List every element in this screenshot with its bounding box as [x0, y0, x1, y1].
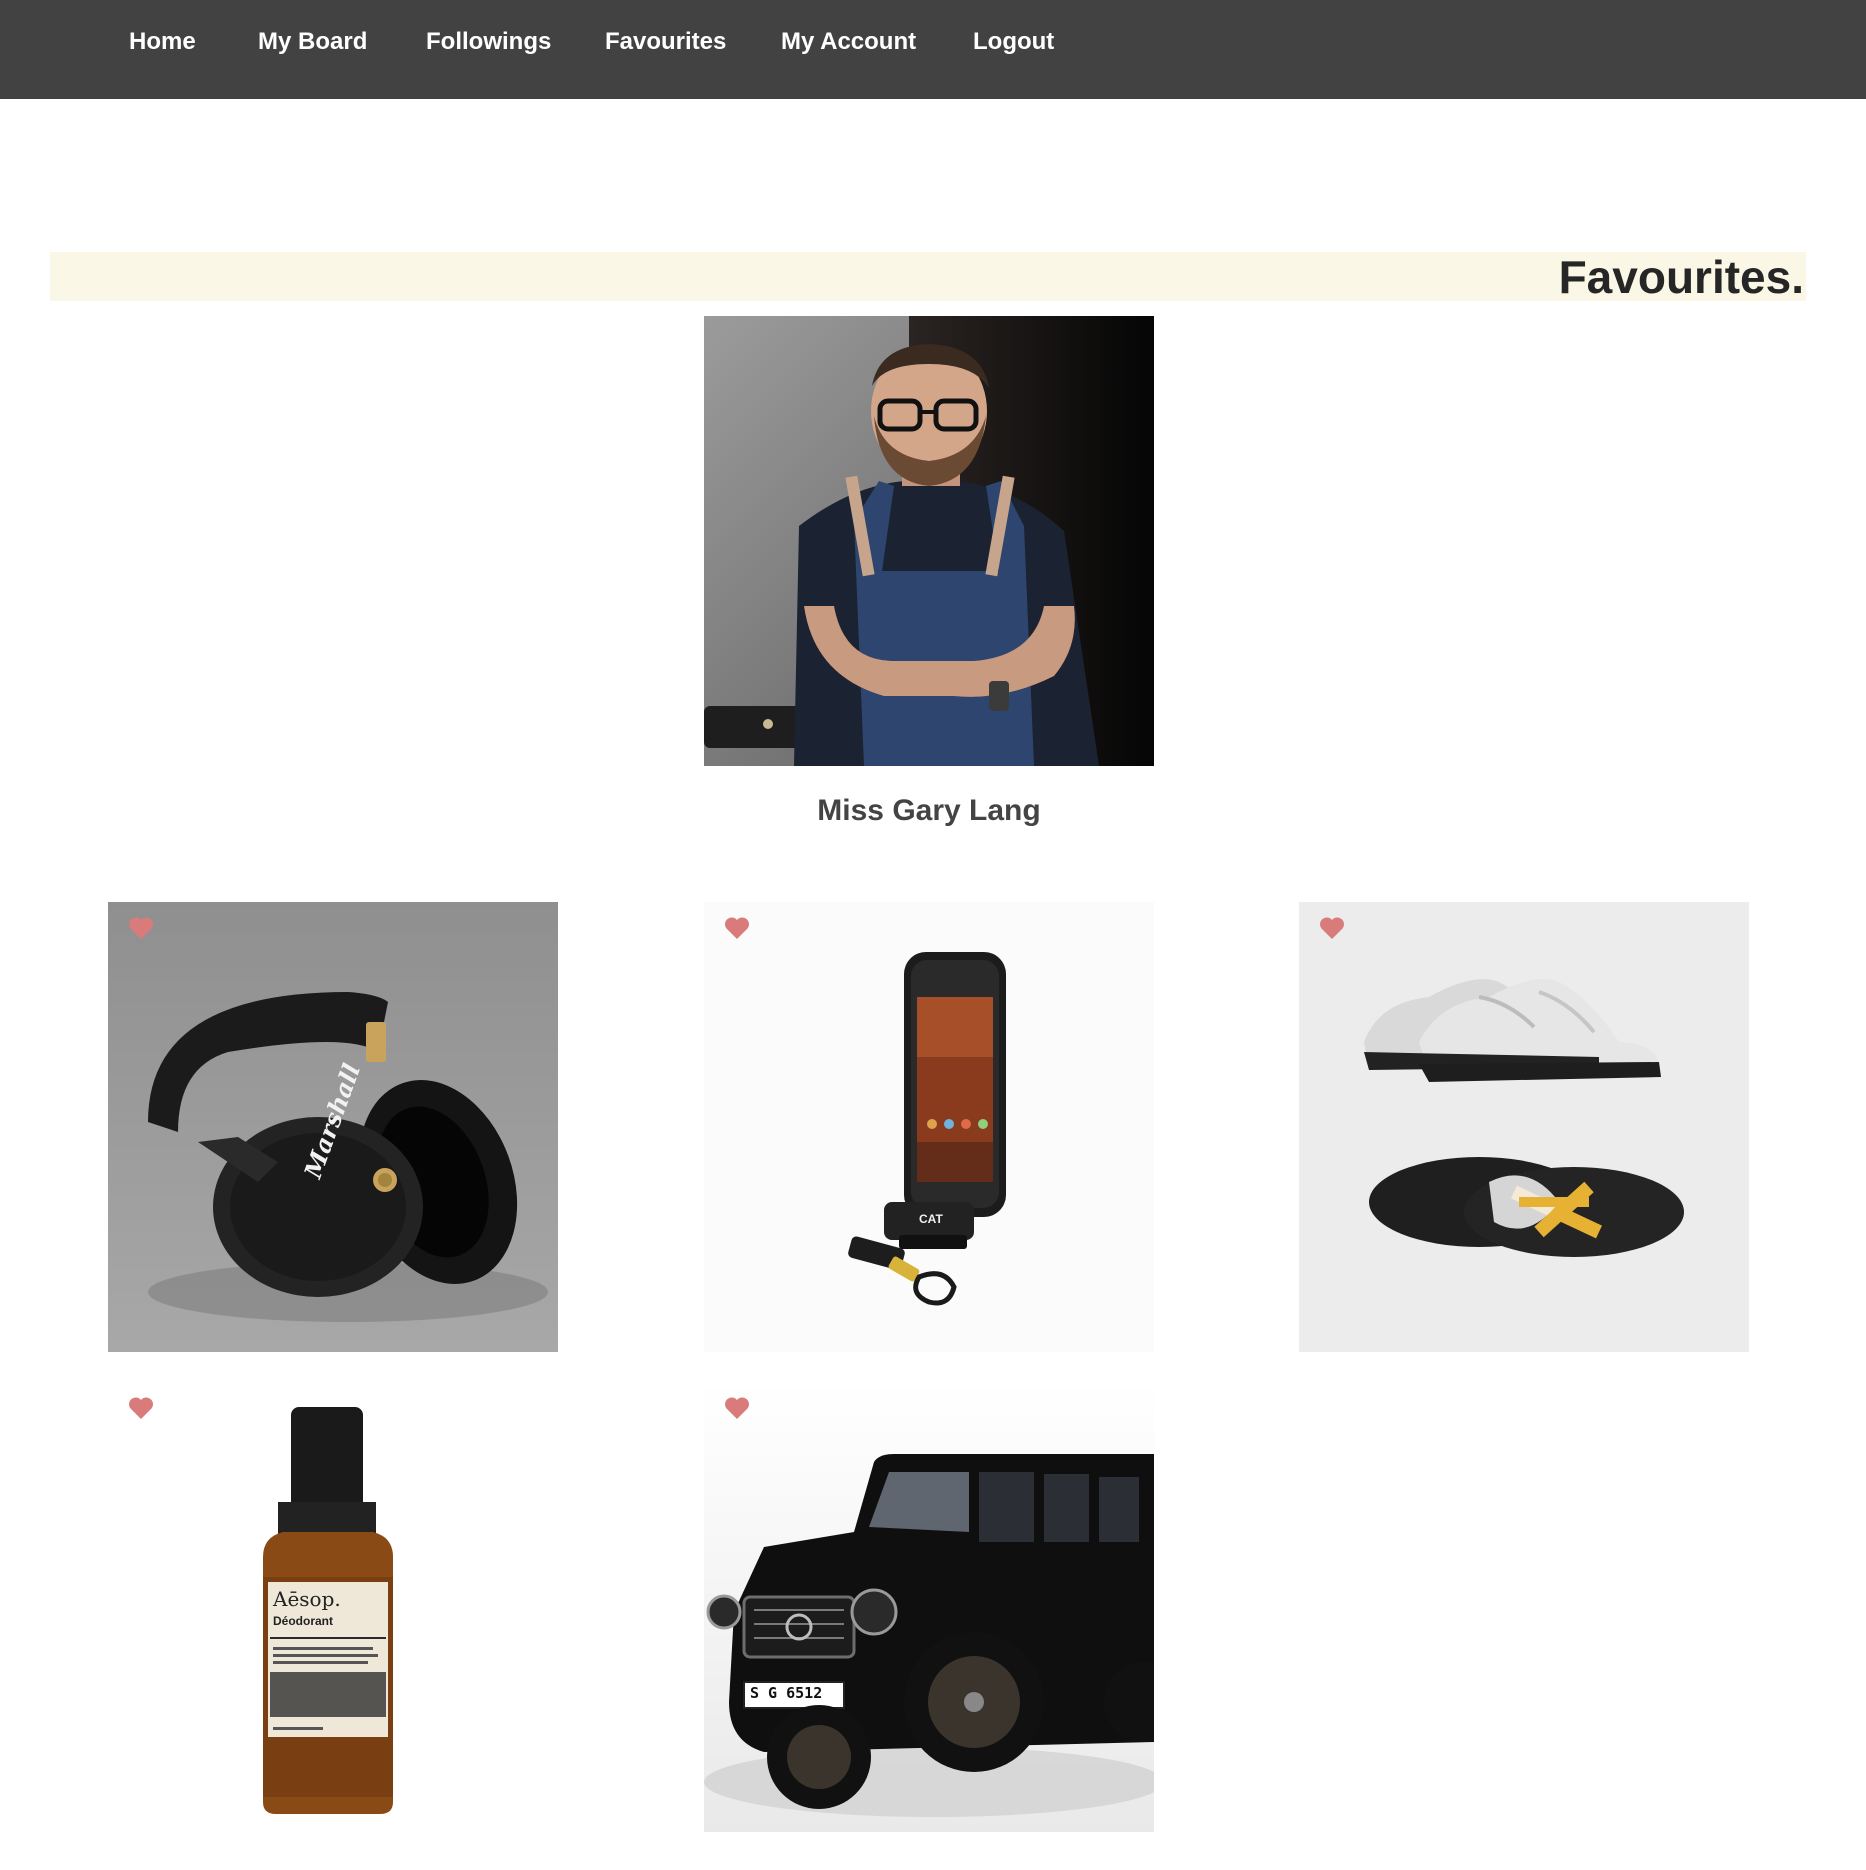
heart-icon[interactable] [128, 916, 154, 940]
favourite-card-phone[interactable]: CAT [704, 902, 1154, 1352]
profile-photo [704, 316, 1154, 766]
suv-image [704, 1382, 1154, 1832]
sneakers-image [1299, 902, 1749, 1352]
nav-my-account-link[interactable]: My Account [781, 28, 916, 56]
heart-icon[interactable] [1319, 916, 1345, 940]
phone-brand-text: CAT [919, 1212, 943, 1226]
favourite-card-headphones[interactable]: Marshall [108, 902, 558, 1352]
page-title: Favourites. [1558, 251, 1804, 303]
phone-image [704, 902, 1154, 1352]
nav-followings-link[interactable]: Followings [426, 28, 551, 56]
nav-logout-link[interactable]: Logout [973, 28, 1054, 56]
page-title-banner: Favourites. [50, 251, 1806, 303]
top-navbar: Home My Board Followings Favourites My A… [0, 0, 1866, 99]
nav-home-link[interactable]: Home [129, 28, 196, 56]
favourite-card-suv[interactable]: S G 6512 [704, 1382, 1154, 1832]
heart-icon[interactable] [128, 1396, 154, 1420]
favourite-card-deodorant[interactable]: Aēsop. Déodorant [108, 1382, 558, 1832]
nav-my-board-link[interactable]: My Board [258, 28, 367, 56]
nav-favourites-link[interactable]: Favourites [605, 28, 726, 56]
favourite-card-sneakers[interactable] [1299, 902, 1749, 1352]
suv-plate-text: S G 6512 [750, 1684, 823, 1702]
deodorant-sub-text: Déodorant [273, 1614, 333, 1628]
profile-name: Miss Gary Lang [817, 794, 1041, 827]
heart-icon[interactable] [724, 1396, 750, 1420]
deodorant-brand-text: Aēsop. [273, 1587, 341, 1611]
profile-avatar-image [704, 316, 1154, 766]
heart-icon[interactable] [724, 916, 750, 940]
